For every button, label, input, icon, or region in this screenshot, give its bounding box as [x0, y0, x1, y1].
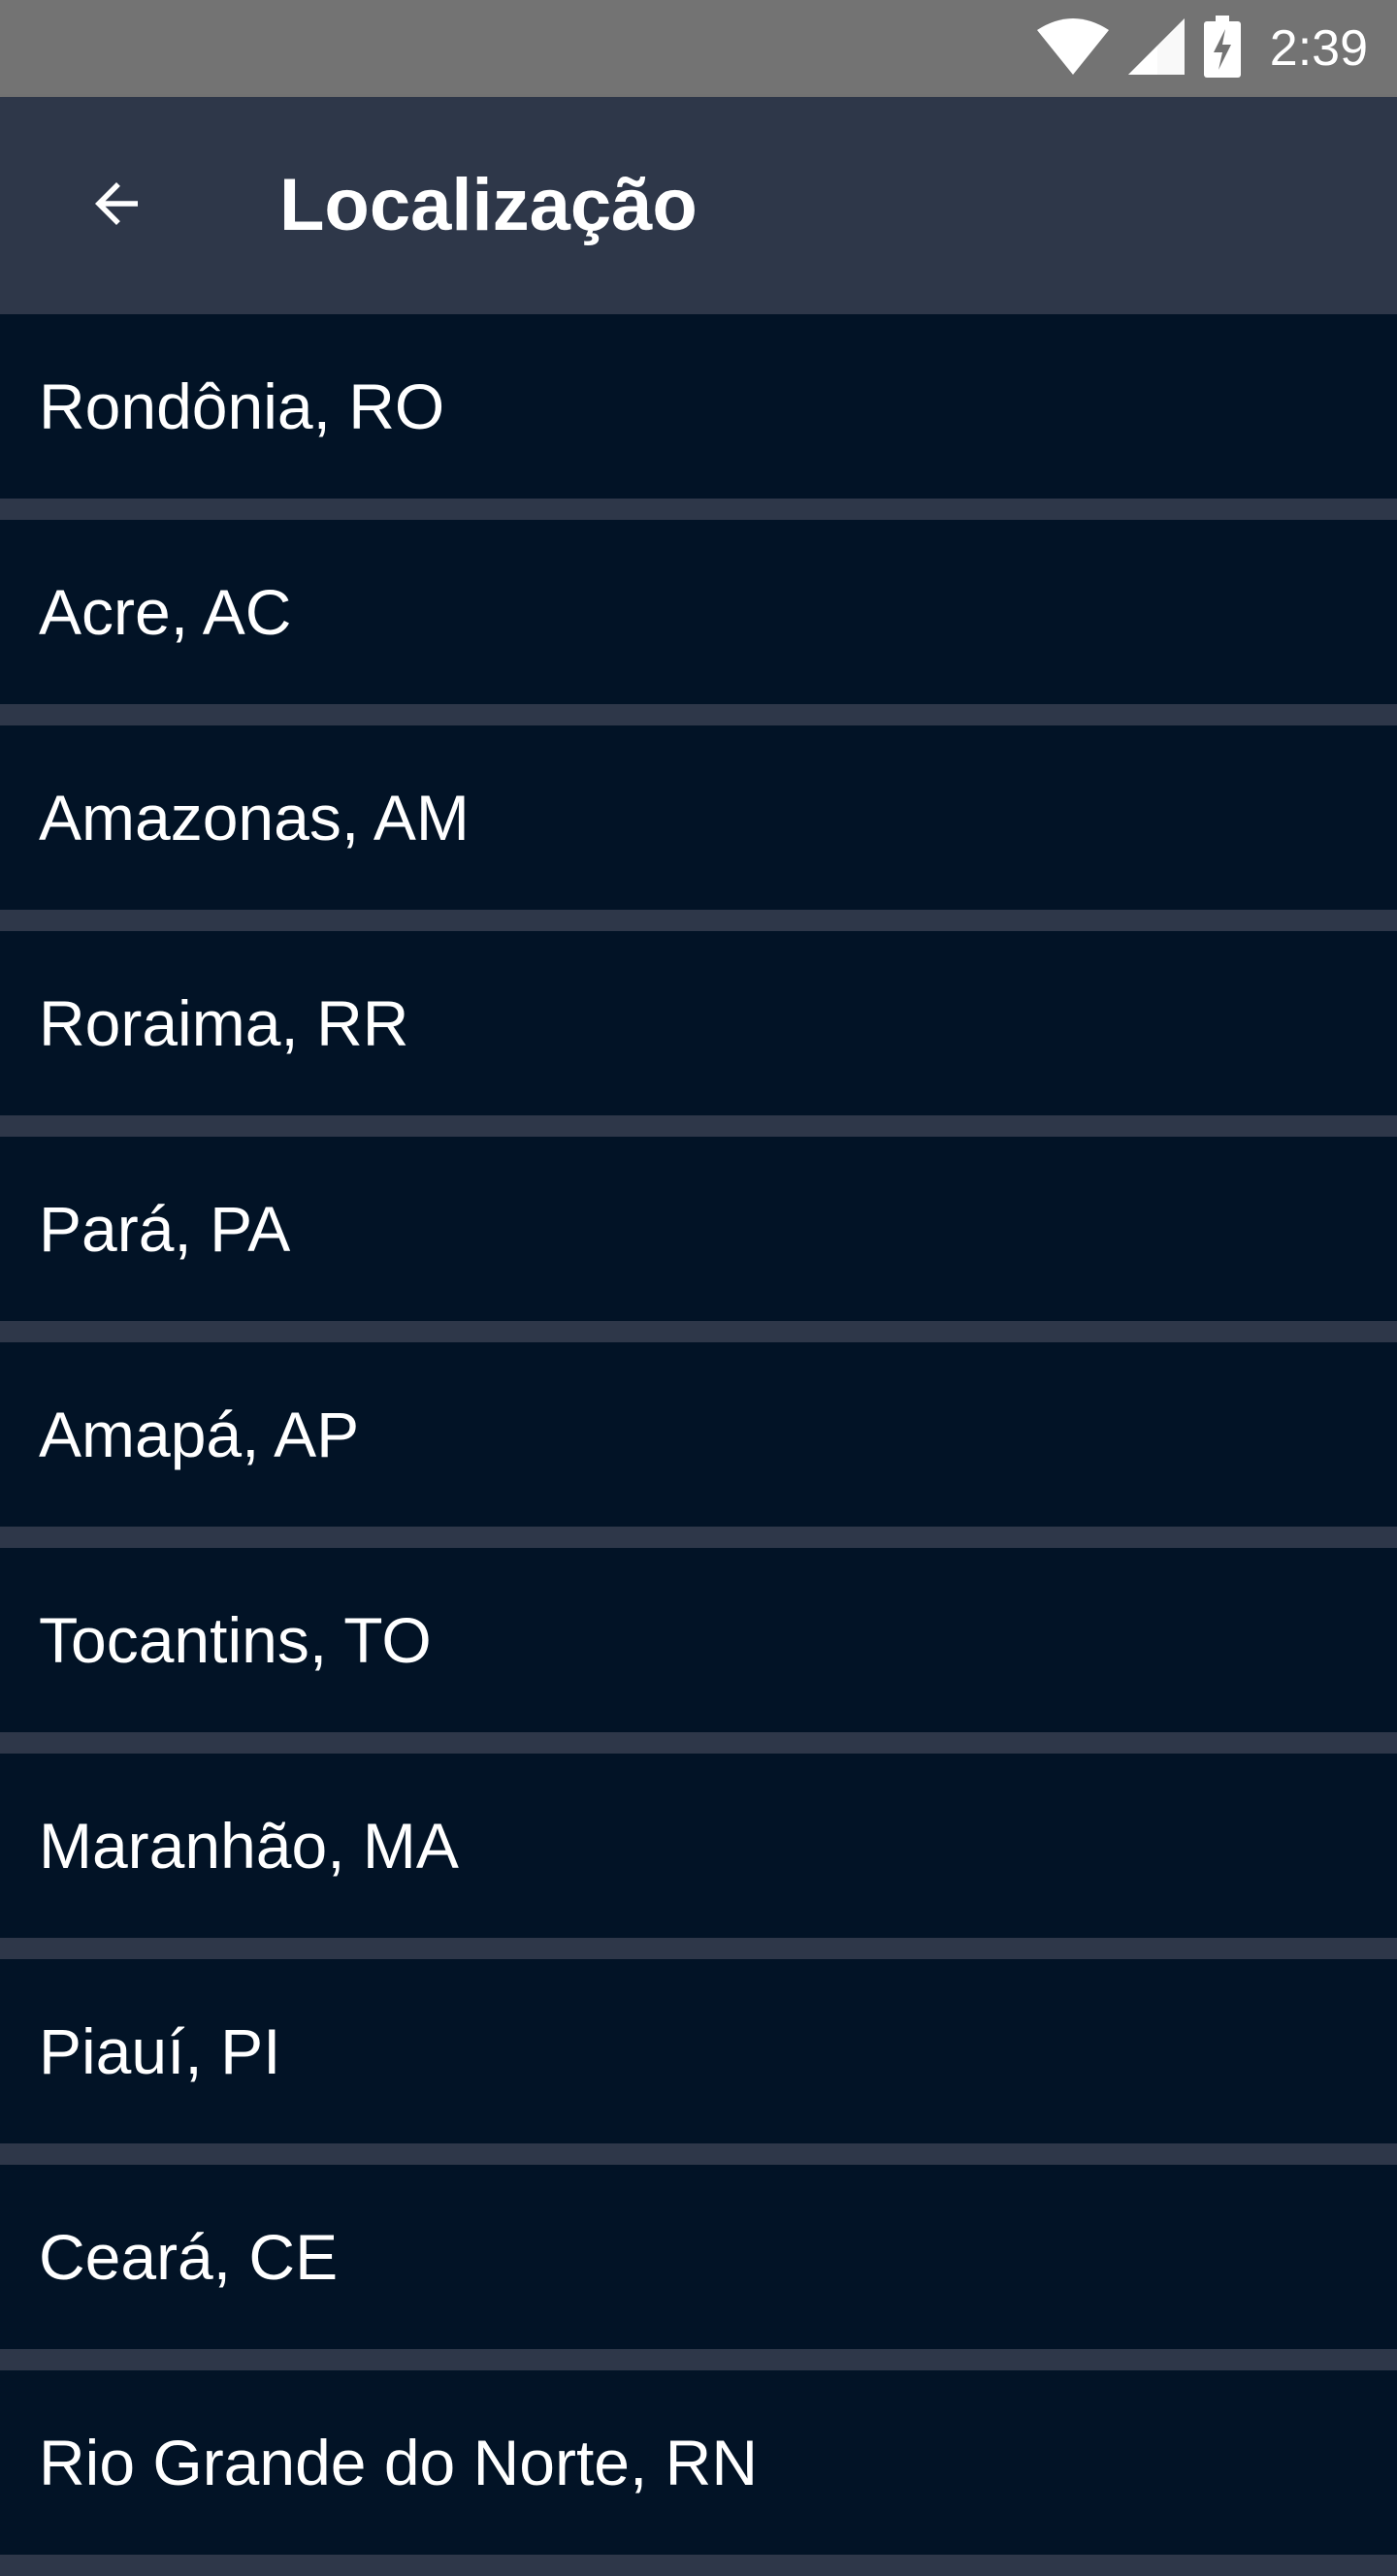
page-title: Localização	[279, 164, 698, 246]
list-item-label: Roraima, RR	[39, 987, 409, 1059]
list-item[interactable]: Amapá, AP	[0, 1342, 1397, 1527]
list-item-label: Maranhão, MA	[39, 1810, 459, 1882]
battery-charging-icon	[1203, 15, 1241, 82]
list-item[interactable]: Maranhão, MA	[0, 1754, 1397, 1938]
list-item[interactable]: Pará, PA	[0, 1137, 1397, 1321]
list-item[interactable]: Rondônia, RO	[0, 314, 1397, 499]
list-item[interactable]: Ceará, CE	[0, 2165, 1397, 2349]
status-bar: 2:39	[0, 0, 1397, 97]
list-item-label: Acre, AC	[39, 576, 292, 648]
location-list: Rondônia, RO Acre, AC Amazonas, AM Rorai…	[0, 314, 1397, 2576]
list-item[interactable]: Roraima, RR	[0, 931, 1397, 1115]
list-item[interactable]: Acre, AC	[0, 520, 1397, 704]
status-time: 2:39	[1269, 20, 1368, 77]
list-item-label: Rondônia, RO	[39, 370, 445, 442]
list-item-label: Amapá, AP	[39, 1399, 360, 1470]
arrow-back-icon	[84, 172, 148, 241]
app-bar: Localização	[0, 97, 1397, 314]
wifi-icon	[1036, 17, 1109, 80]
status-icons: 2:39	[1036, 15, 1368, 82]
back-button[interactable]	[58, 147, 175, 264]
list-item-label: Piauí, PI	[39, 2015, 281, 2087]
list-item[interactable]: Tocantins, TO	[0, 1548, 1397, 1732]
list-item[interactable]: Rio Grande do Norte, RN	[0, 2370, 1397, 2555]
list-item[interactable]: Piauí, PI	[0, 1959, 1397, 2143]
list-item-label: Rio Grande do Norte, RN	[39, 2427, 758, 2498]
list-item-label: Ceará, CE	[39, 2221, 339, 2293]
list-item-label: Pará, PA	[39, 1193, 291, 1265]
list-item-label: Amazonas, AM	[39, 782, 470, 853]
cell-signal-icon	[1127, 17, 1185, 80]
list-item[interactable]: Amazonas, AM	[0, 725, 1397, 910]
list-item-label: Tocantins, TO	[39, 1604, 432, 1676]
